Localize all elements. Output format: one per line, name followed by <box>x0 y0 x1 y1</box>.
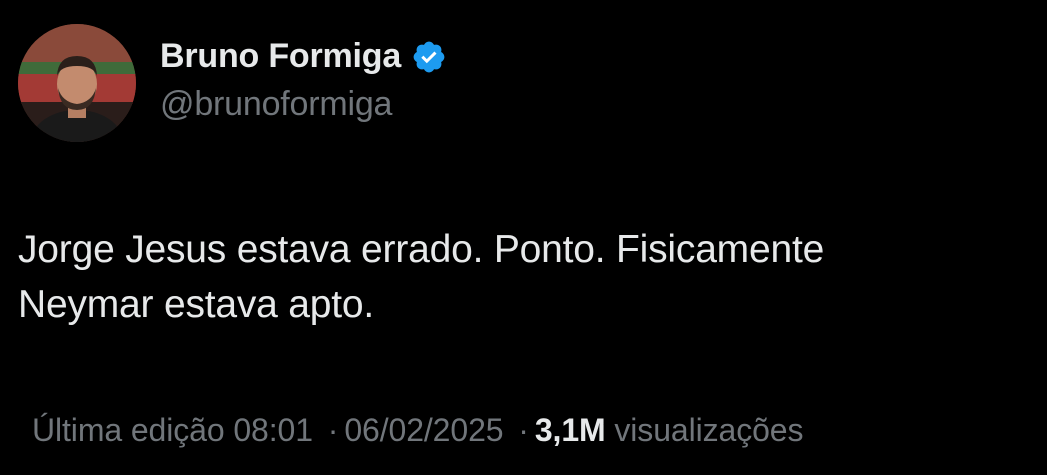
author-names: Bruno Formiga @brunoformiga <box>160 36 447 124</box>
author-handle[interactable]: @brunoformiga <box>160 84 447 124</box>
meta-separator: · <box>518 412 529 448</box>
avatar-image <box>18 24 136 142</box>
tweet-header: Bruno Formiga @brunoformiga <box>18 24 447 142</box>
verified-badge-icon[interactable] <box>411 39 447 75</box>
tweet-meta: Última edição 08:01 · 06/02/2025 · 3,1M vi… <box>32 410 804 450</box>
tweet-text: Jorge Jesus estava errado. Ponto. Fisica… <box>18 222 1018 332</box>
views-count[interactable]: 3,1M <box>535 412 606 448</box>
views-label: visualizações <box>614 412 804 448</box>
tweet-text-line: Neymar estava apto. <box>18 283 375 326</box>
tweet-text-line: Jorge Jesus estava errado. Ponto. Fisica… <box>18 228 825 271</box>
tweet-card: Bruno Formiga @brunoformiga Jorge Jesus … <box>0 0 1047 475</box>
author-display-name[interactable]: Bruno Formiga <box>160 36 401 76</box>
tweet-time[interactable]: 08:01 <box>233 412 313 448</box>
avatar[interactable] <box>18 24 136 142</box>
meta-separator: · <box>327 412 339 448</box>
display-name-row: Bruno Formiga <box>160 36 447 76</box>
edited-label[interactable]: Última edição <box>32 412 225 448</box>
tweet-date[interactable]: 06/02/2025 <box>344 412 503 448</box>
